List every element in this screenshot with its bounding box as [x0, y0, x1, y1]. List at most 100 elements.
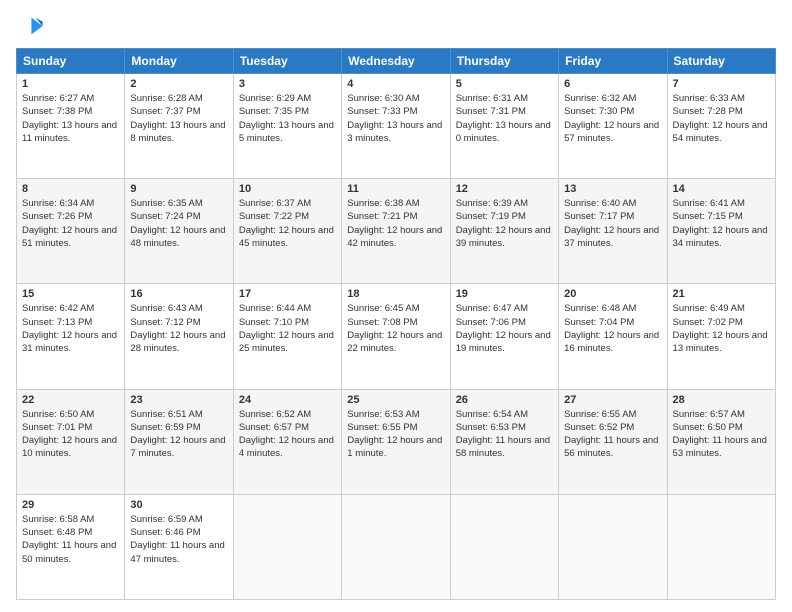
day-info: Sunrise: 6:58 AM Sunset: 6:48 PM Dayligh… [22, 513, 119, 566]
day-header-sunday: Sunday [17, 49, 125, 74]
logo [16, 12, 48, 40]
day-number: 5 [456, 78, 553, 90]
day-info: Sunrise: 6:41 AM Sunset: 7:15 PM Dayligh… [673, 197, 770, 250]
calendar-week-4: 29 Sunrise: 6:58 AM Sunset: 6:48 PM Dayl… [17, 494, 776, 599]
day-info: Sunrise: 6:53 AM Sunset: 6:55 PM Dayligh… [347, 408, 444, 461]
calendar-cell: 14 Sunrise: 6:41 AM Sunset: 7:15 PM Dayl… [667, 179, 775, 284]
day-info: Sunrise: 6:55 AM Sunset: 6:52 PM Dayligh… [564, 408, 661, 461]
day-info: Sunrise: 6:30 AM Sunset: 7:33 PM Dayligh… [347, 92, 444, 145]
calendar-cell [450, 494, 558, 599]
calendar-header-row: SundayMondayTuesdayWednesdayThursdayFrid… [17, 49, 776, 74]
calendar-cell: 8 Sunrise: 6:34 AM Sunset: 7:26 PM Dayli… [17, 179, 125, 284]
calendar-cell: 20 Sunrise: 6:48 AM Sunset: 7:04 PM Dayl… [559, 284, 667, 389]
calendar-cell: 26 Sunrise: 6:54 AM Sunset: 6:53 PM Dayl… [450, 389, 558, 494]
day-number: 13 [564, 183, 661, 195]
day-info: Sunrise: 6:39 AM Sunset: 7:19 PM Dayligh… [456, 197, 553, 250]
calendar: SundayMondayTuesdayWednesdayThursdayFrid… [16, 48, 776, 600]
calendar-cell: 19 Sunrise: 6:47 AM Sunset: 7:06 PM Dayl… [450, 284, 558, 389]
calendar-cell: 18 Sunrise: 6:45 AM Sunset: 7:08 PM Dayl… [342, 284, 450, 389]
day-number: 6 [564, 78, 661, 90]
day-number: 14 [673, 183, 770, 195]
day-number: 1 [22, 78, 119, 90]
page: SundayMondayTuesdayWednesdayThursdayFrid… [0, 0, 792, 612]
day-number: 22 [22, 394, 119, 406]
day-info: Sunrise: 6:35 AM Sunset: 7:24 PM Dayligh… [130, 197, 227, 250]
calendar-cell: 9 Sunrise: 6:35 AM Sunset: 7:24 PM Dayli… [125, 179, 233, 284]
day-number: 25 [347, 394, 444, 406]
calendar-cell: 2 Sunrise: 6:28 AM Sunset: 7:37 PM Dayli… [125, 74, 233, 179]
day-info: Sunrise: 6:59 AM Sunset: 6:46 PM Dayligh… [130, 513, 227, 566]
day-number: 3 [239, 78, 336, 90]
day-info: Sunrise: 6:29 AM Sunset: 7:35 PM Dayligh… [239, 92, 336, 145]
day-number: 2 [130, 78, 227, 90]
day-number: 4 [347, 78, 444, 90]
day-info: Sunrise: 6:43 AM Sunset: 7:12 PM Dayligh… [130, 302, 227, 355]
day-number: 23 [130, 394, 227, 406]
calendar-cell: 27 Sunrise: 6:55 AM Sunset: 6:52 PM Dayl… [559, 389, 667, 494]
day-info: Sunrise: 6:33 AM Sunset: 7:28 PM Dayligh… [673, 92, 770, 145]
calendar-cell: 17 Sunrise: 6:44 AM Sunset: 7:10 PM Dayl… [233, 284, 341, 389]
calendar-cell: 12 Sunrise: 6:39 AM Sunset: 7:19 PM Dayl… [450, 179, 558, 284]
day-info: Sunrise: 6:52 AM Sunset: 6:57 PM Dayligh… [239, 408, 336, 461]
calendar-cell [667, 494, 775, 599]
calendar-cell [233, 494, 341, 599]
day-info: Sunrise: 6:49 AM Sunset: 7:02 PM Dayligh… [673, 302, 770, 355]
day-number: 18 [347, 288, 444, 300]
day-info: Sunrise: 6:28 AM Sunset: 7:37 PM Dayligh… [130, 92, 227, 145]
day-info: Sunrise: 6:27 AM Sunset: 7:38 PM Dayligh… [22, 92, 119, 145]
calendar-cell [342, 494, 450, 599]
day-number: 10 [239, 183, 336, 195]
day-number: 24 [239, 394, 336, 406]
day-number: 7 [673, 78, 770, 90]
day-info: Sunrise: 6:57 AM Sunset: 6:50 PM Dayligh… [673, 408, 770, 461]
day-number: 30 [130, 499, 227, 511]
day-info: Sunrise: 6:54 AM Sunset: 6:53 PM Dayligh… [456, 408, 553, 461]
day-info: Sunrise: 6:38 AM Sunset: 7:21 PM Dayligh… [347, 197, 444, 250]
header [16, 12, 776, 40]
calendar-cell: 13 Sunrise: 6:40 AM Sunset: 7:17 PM Dayl… [559, 179, 667, 284]
calendar-cell: 28 Sunrise: 6:57 AM Sunset: 6:50 PM Dayl… [667, 389, 775, 494]
day-number: 9 [130, 183, 227, 195]
day-info: Sunrise: 6:32 AM Sunset: 7:30 PM Dayligh… [564, 92, 661, 145]
calendar-week-1: 8 Sunrise: 6:34 AM Sunset: 7:26 PM Dayli… [17, 179, 776, 284]
calendar-cell: 1 Sunrise: 6:27 AM Sunset: 7:38 PM Dayli… [17, 74, 125, 179]
day-header-saturday: Saturday [667, 49, 775, 74]
calendar-cell: 21 Sunrise: 6:49 AM Sunset: 7:02 PM Dayl… [667, 284, 775, 389]
day-number: 8 [22, 183, 119, 195]
day-header-monday: Monday [125, 49, 233, 74]
day-number: 16 [130, 288, 227, 300]
calendar-week-2: 15 Sunrise: 6:42 AM Sunset: 7:13 PM Dayl… [17, 284, 776, 389]
day-number: 27 [564, 394, 661, 406]
day-info: Sunrise: 6:47 AM Sunset: 7:06 PM Dayligh… [456, 302, 553, 355]
day-info: Sunrise: 6:31 AM Sunset: 7:31 PM Dayligh… [456, 92, 553, 145]
day-info: Sunrise: 6:50 AM Sunset: 7:01 PM Dayligh… [22, 408, 119, 461]
day-number: 12 [456, 183, 553, 195]
calendar-cell: 29 Sunrise: 6:58 AM Sunset: 6:48 PM Dayl… [17, 494, 125, 599]
day-number: 21 [673, 288, 770, 300]
calendar-cell: 30 Sunrise: 6:59 AM Sunset: 6:46 PM Dayl… [125, 494, 233, 599]
calendar-cell [559, 494, 667, 599]
day-info: Sunrise: 6:44 AM Sunset: 7:10 PM Dayligh… [239, 302, 336, 355]
day-header-friday: Friday [559, 49, 667, 74]
calendar-cell: 7 Sunrise: 6:33 AM Sunset: 7:28 PM Dayli… [667, 74, 775, 179]
day-number: 26 [456, 394, 553, 406]
day-number: 29 [22, 499, 119, 511]
calendar-cell: 10 Sunrise: 6:37 AM Sunset: 7:22 PM Dayl… [233, 179, 341, 284]
day-info: Sunrise: 6:34 AM Sunset: 7:26 PM Dayligh… [22, 197, 119, 250]
day-number: 19 [456, 288, 553, 300]
logo-icon [16, 12, 44, 40]
day-header-tuesday: Tuesday [233, 49, 341, 74]
calendar-week-3: 22 Sunrise: 6:50 AM Sunset: 7:01 PM Dayl… [17, 389, 776, 494]
calendar-cell: 16 Sunrise: 6:43 AM Sunset: 7:12 PM Dayl… [125, 284, 233, 389]
day-info: Sunrise: 6:40 AM Sunset: 7:17 PM Dayligh… [564, 197, 661, 250]
calendar-cell: 15 Sunrise: 6:42 AM Sunset: 7:13 PM Dayl… [17, 284, 125, 389]
calendar-cell: 11 Sunrise: 6:38 AM Sunset: 7:21 PM Dayl… [342, 179, 450, 284]
day-number: 11 [347, 183, 444, 195]
calendar-cell: 25 Sunrise: 6:53 AM Sunset: 6:55 PM Dayl… [342, 389, 450, 494]
calendar-week-0: 1 Sunrise: 6:27 AM Sunset: 7:38 PM Dayli… [17, 74, 776, 179]
calendar-cell: 22 Sunrise: 6:50 AM Sunset: 7:01 PM Dayl… [17, 389, 125, 494]
day-number: 28 [673, 394, 770, 406]
day-number: 20 [564, 288, 661, 300]
day-info: Sunrise: 6:48 AM Sunset: 7:04 PM Dayligh… [564, 302, 661, 355]
day-number: 15 [22, 288, 119, 300]
